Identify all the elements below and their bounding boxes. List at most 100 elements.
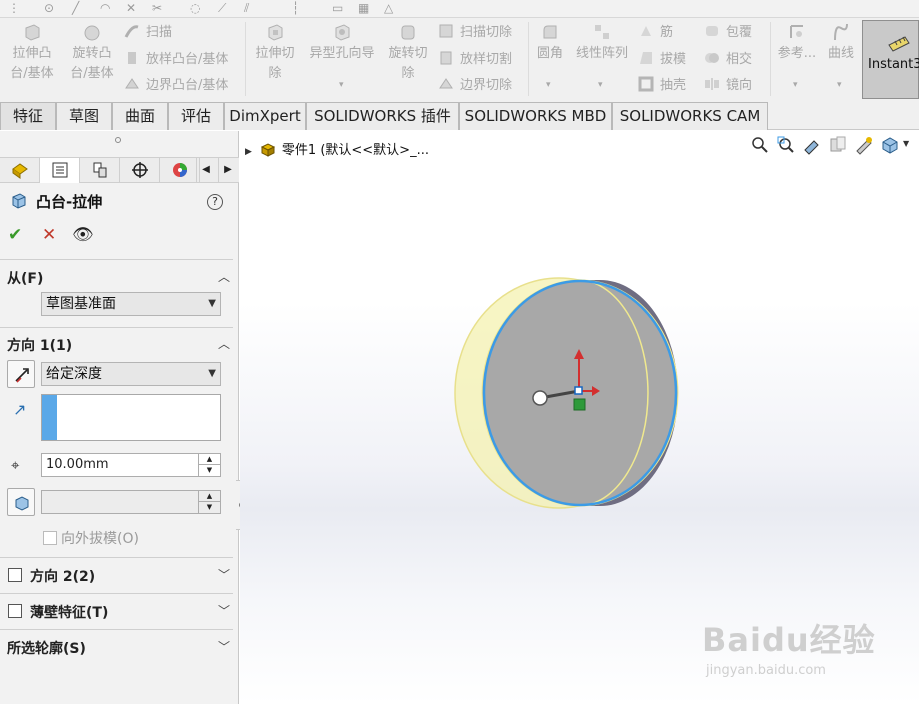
collapse-chevron-up-icon[interactable]: ︿ [218, 335, 230, 352]
boundary-cut-button[interactable]: 边界切除 [438, 76, 512, 95]
expand-chevron-down-icon[interactable]: ﹀ [218, 602, 230, 619]
extrude-cut-button[interactable]: 拉伸切 除 [252, 22, 298, 84]
curves-button[interactable]: 曲线 [824, 22, 858, 64]
reference-geometry-button[interactable]: 参考... [776, 22, 818, 64]
mirror-button[interactable]: 镜向 [704, 76, 752, 95]
appearance-ball-icon [172, 163, 187, 177]
draft-button[interactable]: 拔模 [638, 50, 686, 69]
direction2-checkbox[interactable] [8, 568, 22, 582]
reverse-direction-button[interactable] [7, 360, 35, 388]
revolve-cut-label: 旋转切 除 [388, 46, 428, 81]
depth-drag-handle[interactable] [532, 390, 548, 406]
help-icon[interactable]: ? [207, 194, 223, 210]
loft-boss-button[interactable]: 放样凸台/基体 [124, 50, 228, 69]
expand-chevron-down-icon[interactable]: ﹀ [218, 638, 230, 655]
intersect-button[interactable]: 相交 [704, 50, 752, 69]
convert-icon[interactable]: ⟋ [218, 1, 226, 15]
draft-angle-input[interactable]: ▲ ▼ [41, 490, 221, 514]
property-manager-tab[interactable] [40, 158, 80, 183]
panel-grip-handle[interactable] [115, 137, 121, 143]
spin-up-arrow-icon[interactable]: ▲ [199, 491, 220, 502]
fillet-dropdown-icon[interactable]: ▾ [546, 80, 551, 90]
hole-wizard-dropdown-icon[interactable]: ▾ [339, 80, 344, 90]
curves-dropdown-icon[interactable]: ▾ [837, 80, 842, 90]
direction1-header[interactable]: 方向 1(1) [7, 335, 72, 355]
sweep-button[interactable]: 扫描 [124, 23, 172, 42]
spin-down-arrow-icon[interactable]: ▼ [199, 502, 220, 513]
direction2-header[interactable]: 方向 2(2) [30, 566, 95, 586]
preview-eye-icon[interactable]: 👁 [72, 226, 94, 244]
tab-scroll-right[interactable]: ▶ [218, 158, 237, 183]
tab-surfaces[interactable]: 曲面 [112, 102, 168, 130]
draft-outward-checkbox[interactable] [43, 531, 57, 545]
tab-sketch[interactable]: 草图 [56, 102, 112, 130]
sweep-cut-button[interactable]: 扫描切除 [438, 23, 512, 42]
end-condition-value: 给定深度 [46, 366, 102, 382]
tab-evaluate[interactable]: 评估 [168, 102, 224, 130]
instant3d-button[interactable]: Instant3 [862, 20, 919, 99]
boundary-boss-button[interactable]: 边界凸台/基体 [124, 76, 228, 95]
ok-checkmark-button[interactable]: ✔ [8, 226, 22, 244]
fillet-button[interactable]: 圆角 [532, 22, 568, 64]
tab-features[interactable]: 特征 [0, 102, 56, 130]
line-icon[interactable]: ╱ [72, 1, 79, 15]
thin-feature-header[interactable]: 薄壁特征(T) [30, 602, 108, 622]
shell-button[interactable]: 抽壳 [638, 76, 686, 95]
selected-contours-header[interactable]: 所选轮廓(S) [7, 638, 86, 658]
tab-dimxpert[interactable]: DimXpert [224, 102, 306, 130]
rib-button[interactable]: 筋 [638, 23, 673, 42]
arc-icon[interactable]: ◠ [100, 1, 110, 15]
revolve-cut-button[interactable]: 旋转切 除 [384, 22, 432, 84]
wrap-icon [706, 26, 718, 36]
linear-pattern-button[interactable]: 线性阵列 [572, 22, 632, 64]
revolve-boss-button[interactable]: 旋转凸 台/基体 [64, 22, 120, 84]
hole-wizard-button[interactable]: 异型孔向导 [304, 22, 380, 64]
boundary-boss-label: 边界凸台/基体 [146, 78, 229, 93]
reference-dropdown-icon[interactable]: ▾ [793, 80, 798, 90]
extrude-boss-button[interactable]: 拉伸凸 台/基体 [6, 22, 58, 84]
depth-input[interactable]: 10.00mm ▲ ▼ [41, 453, 221, 477]
sketch-point-icon[interactable]: ⋮ [8, 1, 20, 15]
circle-icon[interactable]: ⊙ [44, 1, 54, 15]
draft-toggle-button[interactable] [7, 488, 35, 516]
instant3d-icon [888, 36, 910, 52]
feature-manager-tab[interactable] [0, 158, 40, 183]
crosshair-icon [131, 162, 148, 178]
rectangle-icon[interactable]: ▭ [332, 1, 343, 15]
from-section-header[interactable]: 从(F) [7, 268, 43, 288]
grid-icon[interactable]: ▦ [358, 1, 369, 15]
trim-icon[interactable]: ✕ [126, 1, 136, 15]
tab-scroll-left[interactable]: ◀ [196, 158, 215, 183]
depth-spinner: ▲ ▼ [198, 454, 220, 476]
display-manager-tab[interactable] [160, 158, 200, 183]
collapse-chevron-up-icon[interactable]: ︿ [218, 268, 230, 285]
extrude-boss-icon [25, 24, 40, 41]
loft-cut-button[interactable]: 放样切割 [438, 50, 512, 69]
direction-arrow-icon: ↗ [13, 400, 27, 419]
expand-chevron-down-icon[interactable]: ﹀ [218, 566, 230, 583]
direction-reference-listbox[interactable] [41, 394, 221, 441]
cancel-x-button[interactable]: ✕ [42, 226, 56, 244]
property-manager-icon [52, 162, 67, 178]
tab-solidworks-mbd[interactable]: SOLIDWORKS MBD [459, 102, 612, 130]
wrap-label: 包覆 [726, 25, 753, 40]
mirror-sketch-icon[interactable]: ⫽ [244, 1, 249, 15]
wrap-button[interactable]: 包覆 [704, 23, 752, 42]
dimxpert-manager-tab[interactable] [120, 158, 160, 183]
linear-pattern-icon [595, 25, 609, 39]
pattern-dropdown-icon[interactable]: ▾ [598, 80, 603, 90]
spin-down-arrow-icon[interactable]: ▼ [199, 465, 220, 476]
rib-label: 筋 [660, 25, 674, 40]
offset-icon[interactable]: ◌ [190, 1, 200, 15]
centerline-icon[interactable]: ┆ [292, 1, 299, 15]
configuration-manager-tab[interactable] [80, 158, 120, 183]
thin-feature-checkbox[interactable] [8, 604, 22, 618]
end-condition-select[interactable]: 给定深度 ▼ [41, 362, 221, 386]
extend-icon[interactable]: ✂ [152, 1, 162, 15]
tab-solidworks-cam[interactable]: SOLIDWORKS CAM [612, 102, 768, 130]
triangle-icon[interactable]: △ [384, 1, 393, 15]
spin-up-arrow-icon[interactable]: ▲ [199, 454, 220, 465]
tab-solidworks-addins[interactable]: SOLIDWORKS 插件 [306, 102, 459, 130]
graphics-viewport[interactable]: ▶ 零件1 (默认<<默认>_... ▼ Baidu经验 jingyan.bai… [240, 131, 919, 704]
from-start-condition-select[interactable]: 草图基准面 ▼ [41, 292, 221, 316]
